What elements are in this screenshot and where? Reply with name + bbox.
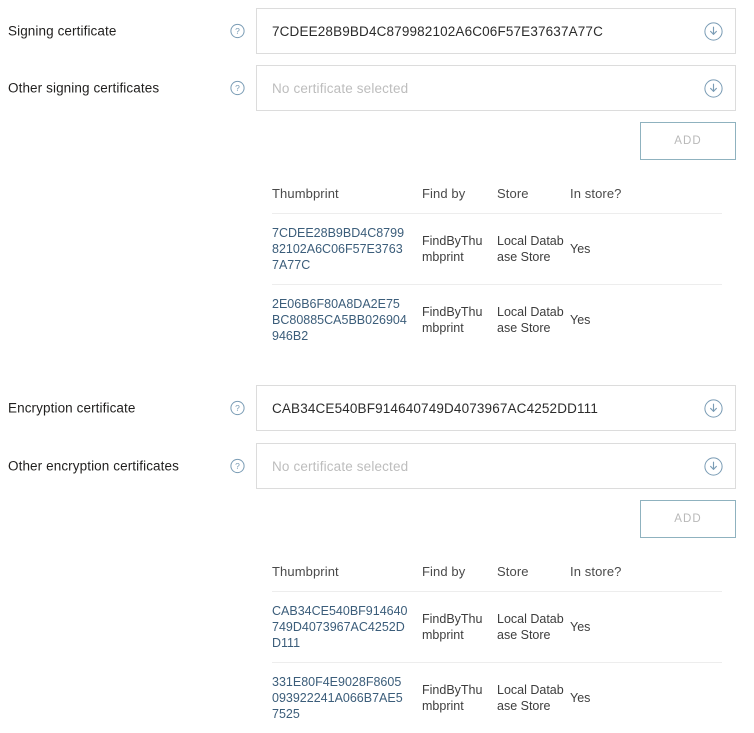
download-circle-icon[interactable]	[691, 386, 735, 430]
table-header-row: Thumbprint Find by Store In store?	[272, 186, 722, 214]
other-encryption-certificates-row: Other encryption certificates ? No certi…	[0, 443, 754, 489]
help-circle-icon[interactable]: ?	[230, 459, 245, 474]
certificate-settings-page: Signing certificate ? 7CDEE28B9BD4C87998…	[0, 0, 754, 730]
download-circle-icon[interactable]	[691, 444, 735, 488]
signing-certificate-label: Signing certificate	[8, 24, 116, 39]
table-row[interactable]: 7CDEE28B9BD4C879982102A6C06F57E37637A77C…	[272, 214, 722, 285]
cell-find-by: FindByThumbprint	[422, 214, 497, 285]
add-signing-certificate-button[interactable]: ADD	[640, 122, 736, 160]
column-header-thumbprint: Thumbprint	[272, 564, 422, 592]
other-signing-certificates-input-box[interactable]: No certificate selected	[256, 65, 736, 111]
cell-store: Local Database Store	[497, 663, 570, 733]
cell-find-by: FindByThumbprint	[422, 663, 497, 733]
encryption-certificate-value: CAB34CE540BF914640749D4073967AC4252DD111	[257, 401, 691, 416]
help-circle-icon[interactable]: ?	[230, 24, 245, 39]
column-header-in-store: In store?	[570, 186, 722, 214]
cell-store: Local Database Store	[497, 592, 570, 663]
cell-store: Local Database Store	[497, 214, 570, 285]
other-signing-certificates-row: Other signing certificates ? No certific…	[0, 65, 754, 111]
column-header-in-store: In store?	[570, 564, 722, 592]
encryption-certificate-input-box[interactable]: CAB34CE540BF914640749D4073967AC4252DD111	[256, 385, 736, 431]
cell-in-store: Yes	[570, 214, 722, 285]
help-circle-icon[interactable]: ?	[230, 81, 245, 96]
help-circle-icon[interactable]: ?	[230, 401, 245, 416]
other-signing-certificates-placeholder: No certificate selected	[257, 81, 691, 96]
table-row[interactable]: 331E80F4E9028F8605093922241A066B7AE57525…	[272, 663, 722, 733]
signing-add-row: ADD	[0, 122, 754, 162]
svg-text:?: ?	[235, 83, 240, 93]
cell-in-store: Yes	[570, 663, 722, 733]
other-encryption-certificates-input-box[interactable]: No certificate selected	[256, 443, 736, 489]
cell-store: Local Database Store	[497, 285, 570, 356]
cell-thumbprint[interactable]: 7CDEE28B9BD4C879982102A6C06F57E37637A77C	[272, 214, 422, 285]
signing-certificate-input-box[interactable]: 7CDEE28B9BD4C879982102A6C06F57E37637A77C	[256, 8, 736, 54]
download-circle-icon[interactable]	[691, 9, 735, 53]
cell-thumbprint[interactable]: 2E06B6F80A8DA2E75BC80885CA5BB026904946B2	[272, 285, 422, 356]
other-encryption-certificates-label: Other encryption certificates	[8, 459, 179, 474]
signing-certificates-table: Thumbprint Find by Store In store? 7CDEE…	[272, 186, 722, 355]
other-encryption-certificates-placeholder: No certificate selected	[257, 459, 691, 474]
encryption-add-row: ADD	[0, 500, 754, 540]
add-encryption-certificate-button[interactable]: ADD	[640, 500, 736, 538]
signing-certificate-row: Signing certificate ? 7CDEE28B9BD4C87998…	[0, 8, 754, 54]
encryption-certificate-label: Encryption certificate	[8, 401, 136, 416]
other-signing-certificates-label: Other signing certificates	[8, 81, 159, 96]
cell-in-store: Yes	[570, 285, 722, 356]
encryption-certificate-row: Encryption certificate ? CAB34CE540BF914…	[0, 385, 754, 431]
download-circle-icon[interactable]	[691, 66, 735, 110]
column-header-thumbprint: Thumbprint	[272, 186, 422, 214]
svg-text:?: ?	[235, 461, 240, 471]
table-row[interactable]: 2E06B6F80A8DA2E75BC80885CA5BB026904946B2…	[272, 285, 722, 356]
column-header-find-by: Find by	[422, 186, 497, 214]
cell-thumbprint[interactable]: 331E80F4E9028F8605093922241A066B7AE57525	[272, 663, 422, 733]
column-header-find-by: Find by	[422, 564, 497, 592]
encryption-certificates-table: Thumbprint Find by Store In store? CAB34…	[272, 564, 722, 733]
column-header-store: Store	[497, 564, 570, 592]
column-header-store: Store	[497, 186, 570, 214]
signing-certificate-value: 7CDEE28B9BD4C879982102A6C06F57E37637A77C	[257, 24, 691, 39]
svg-text:?: ?	[235, 26, 240, 36]
svg-text:?: ?	[235, 403, 240, 413]
cell-thumbprint[interactable]: CAB34CE540BF914640749D4073967AC4252DD111	[272, 592, 422, 663]
cell-find-by: FindByThumbprint	[422, 592, 497, 663]
table-header-row: Thumbprint Find by Store In store?	[272, 564, 722, 592]
cell-find-by: FindByThumbprint	[422, 285, 497, 356]
table-row[interactable]: CAB34CE540BF914640749D4073967AC4252DD111…	[272, 592, 722, 663]
cell-in-store: Yes	[570, 592, 722, 663]
